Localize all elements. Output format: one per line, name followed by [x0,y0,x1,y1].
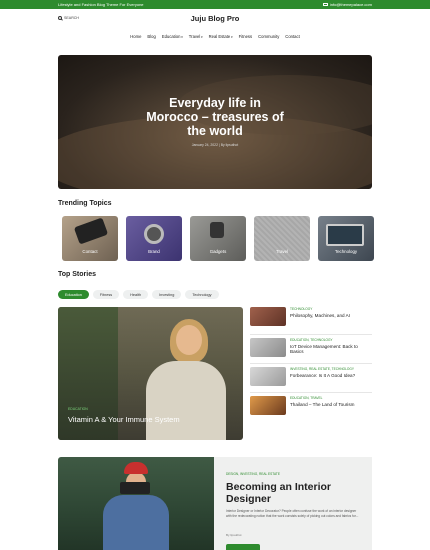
nav-item-fitness[interactable]: Fitness [239,34,253,39]
tagline: Lifestyle and Fashion Blog Theme For Eve… [58,2,144,7]
tab-investing[interactable]: Investing [152,290,182,300]
story-category[interactable]: EDUCATION, TECHNOLOGY [290,338,372,342]
topic-label[interactable]: Contact [62,249,118,254]
read-more-button[interactable] [226,544,260,550]
main-story-category[interactable]: EDUCATION [68,407,88,411]
main-story-title[interactable]: Vitamin A & Your Immune System [68,415,180,424]
story-thumbnail[interactable] [250,338,286,357]
tab-fitness[interactable]: Fitness [92,290,120,300]
site-header: SEARCH Juju Blog Pro [0,9,430,29]
story-title[interactable]: Forbearance: Is It A Good Idea? [290,373,355,379]
story-title[interactable]: Philosophy, Machines, and AI [290,313,350,319]
hero-banner[interactable]: Everyday life in Morocco – treasures of … [58,55,372,189]
topic-image [210,222,224,238]
story-thumbnail[interactable] [250,307,286,326]
topic-card-brand[interactable]: Brand [126,216,182,261]
camera-shape [120,482,150,494]
hero-title-line[interactable]: Morocco – treasures of [58,110,372,124]
main-story-card[interactable]: EDUCATION Vitamin A & Your Immune System [58,307,243,440]
story-category[interactable]: INVESTING, REAL ESTATE, TECHNOLOGY [290,367,355,371]
topic-label[interactable]: Technology [318,249,374,254]
featured-title-line[interactable]: Designer [226,493,366,505]
topic-card-technology[interactable]: Technology [318,216,374,261]
email-text[interactable]: info@themepalace.com [330,2,372,7]
trending-topics-heading: Trending Topics [58,200,112,207]
topic-image [73,217,109,245]
main-navigation: Home Blog Education Travel Real Estate F… [0,34,430,39]
featured-post-card: DESIGN, INVESTING, REAL ESTATE Becoming … [214,457,372,550]
story-thumbnail[interactable] [250,367,286,386]
side-stories-list: TECHNOLOGY Philosophy, Machines, and AI … [250,306,372,422]
list-item[interactable]: INVESTING, REAL ESTATE, TECHNOLOGY Forbe… [250,364,372,393]
topic-card-contact[interactable]: Contact [62,216,118,261]
tab-health[interactable]: Health [123,290,149,300]
featured-image-person [124,462,148,474]
story-title[interactable]: IoT Device Management: Back to Basics [290,344,372,355]
trending-topics-list: Contact Brand Gadgets Travel Technology [62,216,374,261]
site-title[interactable]: Juju Blog Pro [0,14,430,23]
story-category[interactable]: EDUCATION, TRAVEL [290,396,354,400]
featured-title[interactable]: Becoming an Interior Designer [226,481,366,505]
nav-item-community[interactable]: Community [258,34,279,39]
hero-title-line[interactable]: Everyday life in [58,96,372,110]
tab-technology[interactable]: Technology [185,290,219,300]
nav-item-home[interactable]: Home [130,34,141,39]
nav-item-real-estate[interactable]: Real Estate [209,34,233,39]
featured-description: Interior Designer or Interior Decorator?… [226,509,359,518]
featured-title-line[interactable]: Becoming an Interior [226,481,366,493]
hero-title[interactable]: Everyday life in Morocco – treasures of … [58,96,372,138]
mail-icon [322,2,328,7]
story-category[interactable]: TECHNOLOGY [290,307,350,311]
topic-label[interactable]: Gadgets [190,249,246,254]
top-stories-heading: Top Stories [58,271,96,278]
list-item[interactable]: EDUCATION, TECHNOLOGY IoT Device Managem… [250,335,372,364]
featured-categories[interactable]: DESIGN, INVESTING, REAL ESTATE [226,472,280,476]
nav-item-education[interactable]: Education [162,34,183,39]
topic-label[interactable]: Brand [126,249,182,254]
topic-label[interactable]: Travel [254,249,310,254]
top-bar: Lifestyle and Fashion Blog Theme For Eve… [0,0,430,9]
featured-image[interactable] [58,457,214,550]
topic-image [326,224,364,246]
nav-item-travel[interactable]: Travel [189,34,203,39]
hero-title-line[interactable]: the world [58,124,372,138]
top-stories-tabs: Education Fitness Health Investing Techn… [58,290,219,300]
tab-education[interactable]: Education [58,290,89,300]
story-title[interactable]: Thailand – The Land of Tourism [290,402,354,408]
featured-author[interactable]: By lipsuthot [226,533,242,537]
hero-meta: January 24, 2022 | By lipsuthot [191,143,239,147]
story-thumbnail[interactable] [250,396,286,415]
story-image-person [146,361,226,440]
featured-image-person [103,495,169,550]
nav-item-contact[interactable]: Contact [285,34,299,39]
list-item[interactable]: TECHNOLOGY Philosophy, Machines, and AI [250,306,372,335]
email-link[interactable]: info@themepalace.com [322,2,372,7]
story-image-person [176,325,202,355]
topic-card-gadgets[interactable]: Gadgets [190,216,246,261]
nav-item-blog[interactable]: Blog [147,34,155,39]
list-item[interactable]: EDUCATION, TRAVEL Thailand – The Land of… [250,393,372,422]
topic-card-travel[interactable]: Travel [254,216,310,261]
topic-image [144,224,164,244]
